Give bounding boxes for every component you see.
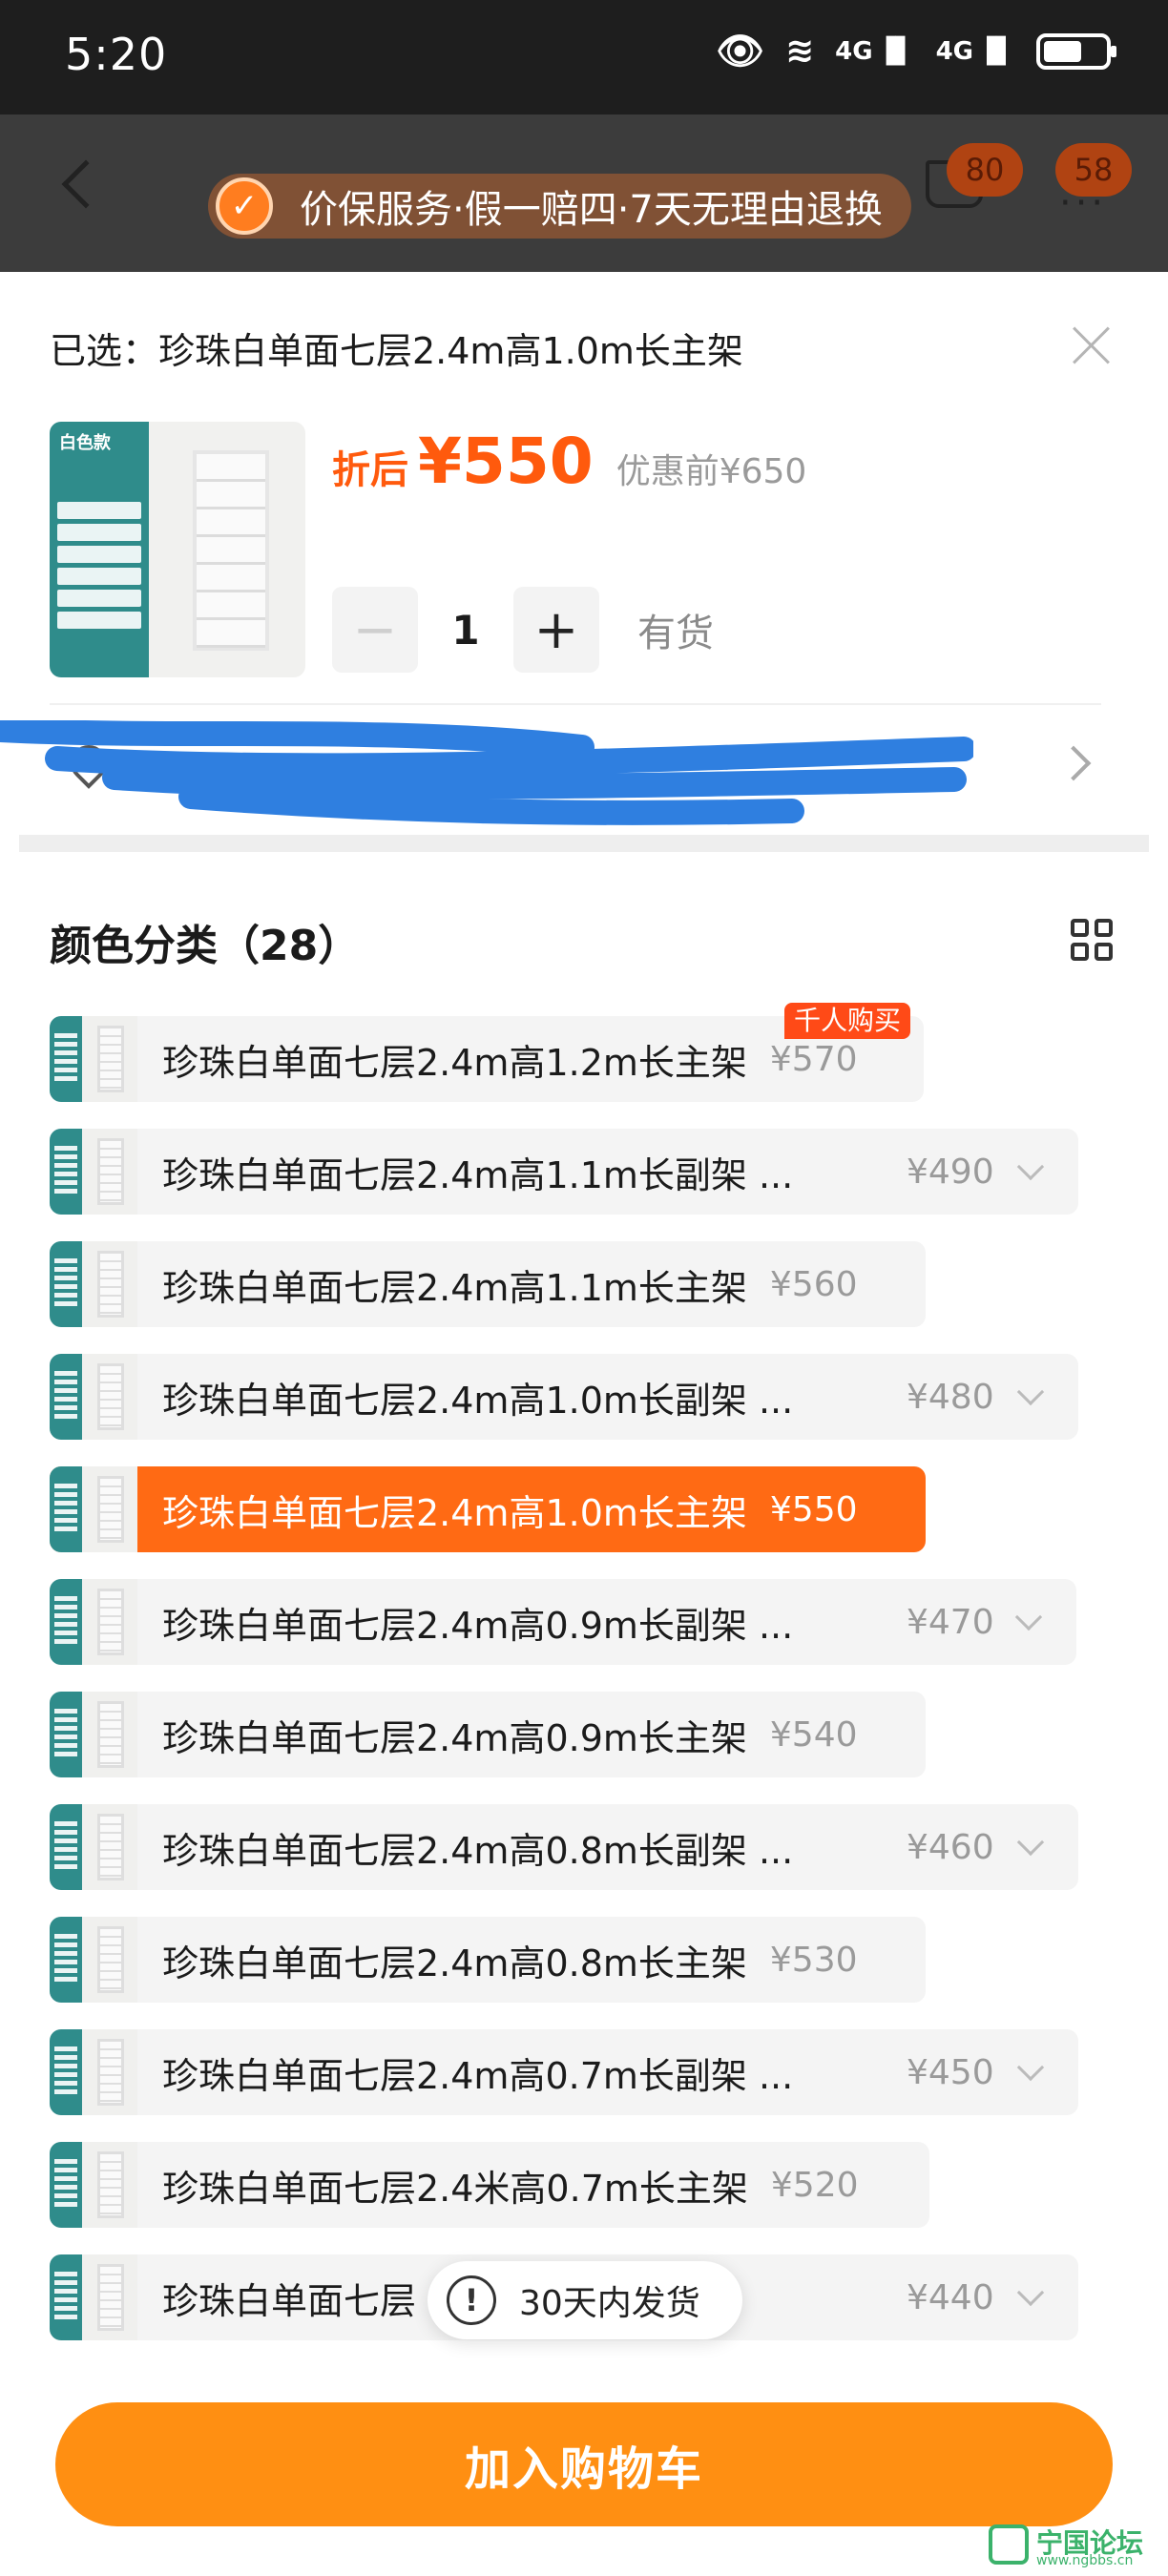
shipping-toast: ! 30天内发货 bbox=[428, 2261, 742, 2339]
current-price: ¥550 bbox=[418, 425, 594, 498]
variant-option[interactable]: 珍珠白单面七层2.4m高0.7m长副架 ... ¥450 bbox=[50, 2029, 1078, 2115]
variant-price: ¥520 bbox=[770, 2165, 859, 2205]
variant-option[interactable]: 珍珠白单面七层2.4m高1.2m长主架 ¥570 千人购买 bbox=[50, 1003, 924, 1102]
variant-option[interactable]: 珍珠白单面七层2.4m高0.9m长副架 ... ¥470 bbox=[50, 1579, 1076, 1665]
variant-thumbnail bbox=[50, 1692, 137, 1777]
back-icon[interactable] bbox=[61, 159, 111, 209]
increment-button[interactable]: + bbox=[513, 587, 599, 673]
variant-name: 珍珠白单面七层2.4m高0.7m长副架 ... bbox=[162, 2054, 794, 2097]
selected-sku-label: 已选：珍珠白单面七层2.4m高1.0m长主架 bbox=[50, 330, 743, 372]
status-time: 5:20 bbox=[65, 29, 168, 80]
variant-thumbnail bbox=[50, 1241, 137, 1327]
variant-section-title: 颜色分类（28） bbox=[50, 922, 361, 970]
variant-price: ¥470 bbox=[907, 1602, 994, 1642]
variant-option[interactable]: 珍珠白单面七层2.4m高0.8m长主架 ¥530 bbox=[50, 1917, 926, 2003]
add-to-cart-button[interactable]: 加入购物车 bbox=[55, 2402, 1113, 2526]
variant-price: ¥570 bbox=[769, 1039, 858, 1079]
signal-icon-2: 4G ▐▌ bbox=[935, 36, 1015, 66]
chevron-right-icon bbox=[1055, 745, 1092, 781]
variant-price: ¥550 bbox=[769, 1489, 858, 1529]
toast-text: 30天内发货 bbox=[519, 2284, 700, 2323]
stock-status: 有货 bbox=[637, 612, 714, 655]
variant-price: ¥440 bbox=[907, 2277, 994, 2317]
variant-thumbnail bbox=[50, 1129, 137, 1215]
variant-name: 珍珠白单面七层2.4m高0.9m长副架 ... bbox=[162, 1604, 794, 1647]
status-bar: 5:20 👁 ≋ 4G ▐▌ 4G ▐▌ bbox=[0, 0, 1168, 114]
chevron-down-icon[interactable] bbox=[1014, 1603, 1043, 1631]
variant-option[interactable]: 珍珠白单面七层2.4m高0.9m长主架 ¥540 bbox=[50, 1692, 926, 1777]
variant-name: 珍珠白单面七层2.4米高0.7m长主架 bbox=[162, 2167, 748, 2210]
variant-name: 珍珠白单面七层2.4m高1.0m长副架 ... bbox=[162, 1379, 794, 1422]
variant-price: ¥480 bbox=[907, 1377, 994, 1417]
status-icons: 👁 ≋ 4G ▐▌ 4G ▐▌ bbox=[716, 29, 1116, 73]
variant-thumbnail bbox=[50, 1466, 137, 1552]
variant-name: 珍珠白单面七层2.4m高0.8m长副架 ... bbox=[162, 1829, 794, 1872]
variant-name: 珍珠白单面七层2.4m高0.8m长主架 bbox=[162, 1942, 747, 1984]
price-row: 折后 ¥550 优惠前¥650 bbox=[332, 425, 806, 498]
network-type-2: 4G bbox=[935, 36, 973, 66]
grid-view-icon[interactable] bbox=[1071, 919, 1113, 961]
signal-icon: 4G ▐▌ bbox=[835, 36, 915, 66]
sku-selection-sheet: 已选：珍珠白单面七层2.4m高1.0m长主架 白色款 折后 ¥550 优惠前¥6… bbox=[0, 272, 1168, 2576]
redaction-scribble bbox=[0, 720, 973, 825]
network-type-1: 4G bbox=[835, 36, 873, 66]
quantity-value[interactable]: 1 bbox=[418, 607, 513, 654]
wifi-icon: ≋ bbox=[784, 31, 815, 71]
variant-option-selected[interactable]: 珍珠白单面七层2.4m高1.0m长主架 ¥550 bbox=[50, 1466, 926, 1552]
variant-option[interactable]: 珍珠白单面七层2.4m高1.1m长主架 ¥560 bbox=[50, 1241, 926, 1327]
variant-thumbnail bbox=[50, 2142, 137, 2228]
thumb-tag: 白色款 bbox=[59, 433, 111, 453]
guarantee-text: 价保服务·假一赔四·7天无理由退换 bbox=[300, 188, 883, 232]
variant-price: ¥490 bbox=[907, 1152, 994, 1192]
watermark-url: www.ngbbs.cn bbox=[1036, 2553, 1134, 2568]
variant-option[interactable]: 珍珠白单面七层2.4m高0.8m长副架 ... ¥460 bbox=[50, 1804, 1078, 1890]
price-prefix: 折后 bbox=[332, 448, 408, 492]
message-badge: 58 bbox=[1055, 143, 1132, 197]
variant-name: 珍珠白单面七层 bbox=[162, 2279, 417, 2322]
guarantee-banner: ✓ 价保服务·假一赔四·7天无理由退换 bbox=[208, 174, 911, 239]
close-icon[interactable] bbox=[1071, 324, 1113, 366]
variant-price: ¥530 bbox=[769, 1940, 858, 1980]
variant-thumbnail bbox=[50, 1354, 137, 1440]
variant-thumbnail bbox=[50, 1804, 137, 1890]
chevron-down-icon[interactable] bbox=[1016, 2278, 1045, 2307]
variant-price: ¥560 bbox=[769, 1264, 858, 1304]
chevron-down-icon[interactable] bbox=[1016, 2053, 1045, 2082]
decrement-button[interactable]: − bbox=[332, 587, 418, 673]
section-separator bbox=[19, 835, 1149, 852]
variant-name: 珍珠白单面七层2.4m高1.1m长副架 ... bbox=[162, 1153, 794, 1196]
variant-name: 珍珠白单面七层2.4m高0.9m长主架 bbox=[162, 1716, 747, 1759]
watermark-logo-icon bbox=[989, 2524, 1029, 2565]
variant-thumbnail bbox=[50, 1579, 137, 1665]
variant-price: ¥540 bbox=[769, 1714, 858, 1755]
shield-icon: ✓ bbox=[216, 177, 273, 235]
variant-thumbnail bbox=[50, 1016, 137, 1102]
chevron-down-icon[interactable] bbox=[1016, 1378, 1045, 1406]
variant-option[interactable]: 珍珠白单面七层2.4米高0.7m长主架 ¥520 bbox=[50, 2142, 929, 2228]
popular-tag: 千人购买 bbox=[784, 1003, 911, 1039]
quantity-stepper: − 1 + 有货 bbox=[332, 587, 714, 673]
site-watermark: 宁国论坛 www.ngbbs.cn bbox=[989, 2523, 1160, 2570]
variant-name: 珍珠白单面七层2.4m高1.2m长主架 bbox=[162, 1041, 747, 1084]
chevron-down-icon[interactable] bbox=[1016, 1828, 1045, 1857]
variant-thumbnail bbox=[50, 1917, 137, 2003]
variant-name: 珍珠白单面七层2.4m高1.1m长主架 bbox=[162, 1266, 747, 1309]
cart-badge: 80 bbox=[947, 143, 1023, 197]
variant-thumbnail bbox=[50, 2029, 137, 2115]
variant-option[interactable]: 珍珠白单面七层2.4m高1.1m长副架 ... ¥490 bbox=[50, 1129, 1078, 1215]
original-price: 优惠前¥650 bbox=[615, 452, 807, 491]
divider bbox=[50, 703, 1101, 705]
battery-icon bbox=[1036, 32, 1116, 70]
alert-icon: ! bbox=[447, 2275, 496, 2325]
variant-thumbnail bbox=[50, 2254, 137, 2340]
page-header: 80 ··· 58 ✓ 价保服务·假一赔四·7天无理由退换 bbox=[0, 114, 1168, 272]
address-row[interactable] bbox=[0, 720, 1101, 825]
eye-icon: 👁 bbox=[716, 30, 764, 73]
product-thumbnail[interactable]: 白色款 bbox=[50, 422, 305, 677]
chevron-down-icon[interactable] bbox=[1016, 1153, 1045, 1181]
variant-price: ¥460 bbox=[907, 1827, 994, 1867]
variant-name: 珍珠白单面七层2.4m高1.0m长主架 bbox=[162, 1491, 747, 1534]
variant-price: ¥450 bbox=[907, 2052, 994, 2092]
variant-option[interactable]: 珍珠白单面七层2.4m高1.0m长副架 ... ¥480 bbox=[50, 1354, 1078, 1440]
